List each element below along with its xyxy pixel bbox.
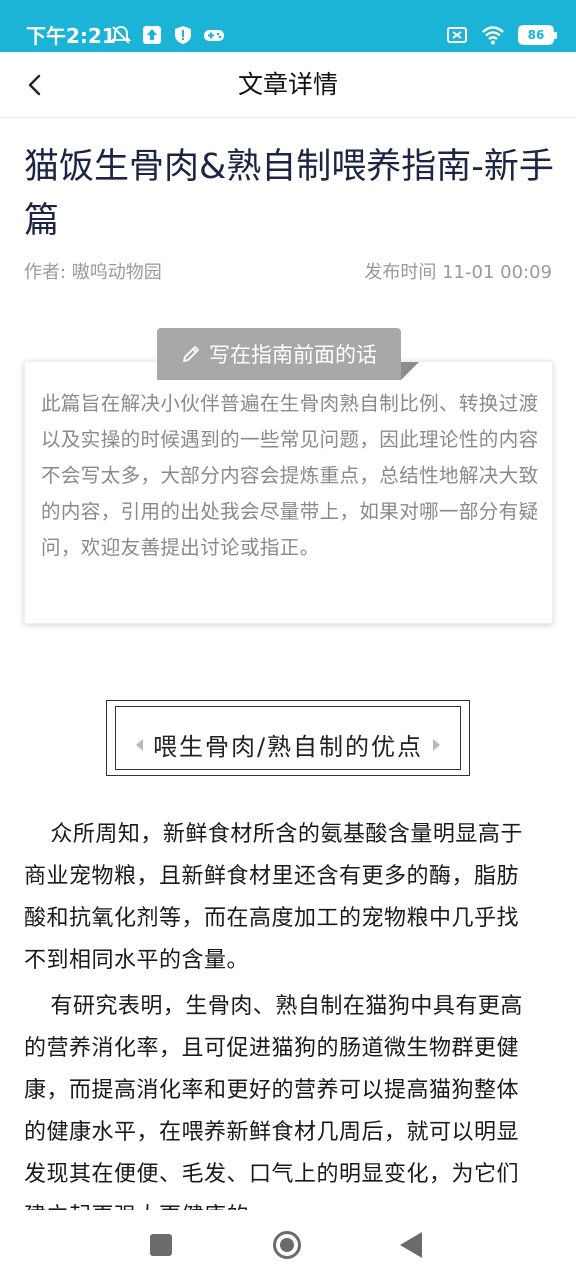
triangle-right-icon xyxy=(433,739,440,751)
mute-icon xyxy=(110,25,132,44)
pencil-icon xyxy=(183,346,199,362)
preface-tab: 写在指南前面的话 xyxy=(157,328,401,380)
nav-bar: 文章详情 xyxy=(0,52,576,118)
section-heading-inner-border: 喂生骨肉/熟自制的优点 xyxy=(115,706,461,770)
body-paragraph: 众所周知，新鲜食材所含的氨基酸含量明显高于商业宠物粮，且新鲜食材里还含有更多的酶… xyxy=(24,822,523,973)
home-icon[interactable] xyxy=(273,1231,301,1259)
section-heading-frame: 喂生骨肉/熟自制的优点 xyxy=(106,700,470,776)
article-title: 猫饭生骨肉&熟自制喂养指南-新手篇 xyxy=(24,147,554,241)
recent-apps-icon[interactable] xyxy=(150,1234,172,1256)
system-nav-bar xyxy=(0,1210,576,1280)
status-bar: 下午2:21 86 xyxy=(0,0,576,52)
wifi-icon xyxy=(482,26,504,45)
gamepad-icon xyxy=(204,30,224,41)
shield-icon xyxy=(175,26,191,44)
preface-tab-label: 写在指南前面的话 xyxy=(209,343,377,367)
sim-off-icon xyxy=(447,27,467,43)
article-meta: 作者: 嗷呜动物园 发布时间 11-01 00:09 xyxy=(24,258,552,286)
status-icons-left xyxy=(110,24,225,46)
preface-tab-fold xyxy=(401,362,419,380)
section-heading: 喂生骨肉/熟自制的优点 xyxy=(152,733,424,761)
status-icons-right: 86 xyxy=(446,24,557,46)
battery-icon: 86 xyxy=(518,25,557,45)
preface-card: 此篇旨在解决小伙伴普遍在生骨肉熟自制比例、转换过渡以及实操的时候遇到的一些常见问… xyxy=(24,361,553,624)
page-title: 文章详情 xyxy=(237,70,338,99)
article-publish-time: 发布时间 11-01 00:09 xyxy=(364,262,552,283)
status-time: 下午2:21 xyxy=(26,24,116,48)
back-icon[interactable] xyxy=(400,1232,422,1258)
upload-icon xyxy=(143,26,161,44)
article-body: 众所周知，新鲜食材所含的氨基酸含量明显高于商业宠物粮，且新鲜食材里还含有更多的酶… xyxy=(24,814,536,1210)
preface-text: 此篇旨在解决小伙伴普遍在生骨肉熟自制比例、转换过渡以及实操的时候遇到的一些常见问… xyxy=(41,392,539,559)
body-paragraph: 有研究表明，生骨肉、熟自制在猫狗中具有更高的营养消化率，且可促进猫狗的肠道微生物… xyxy=(24,994,523,1210)
article-author[interactable]: 作者: 嗷呜动物园 xyxy=(24,258,162,284)
